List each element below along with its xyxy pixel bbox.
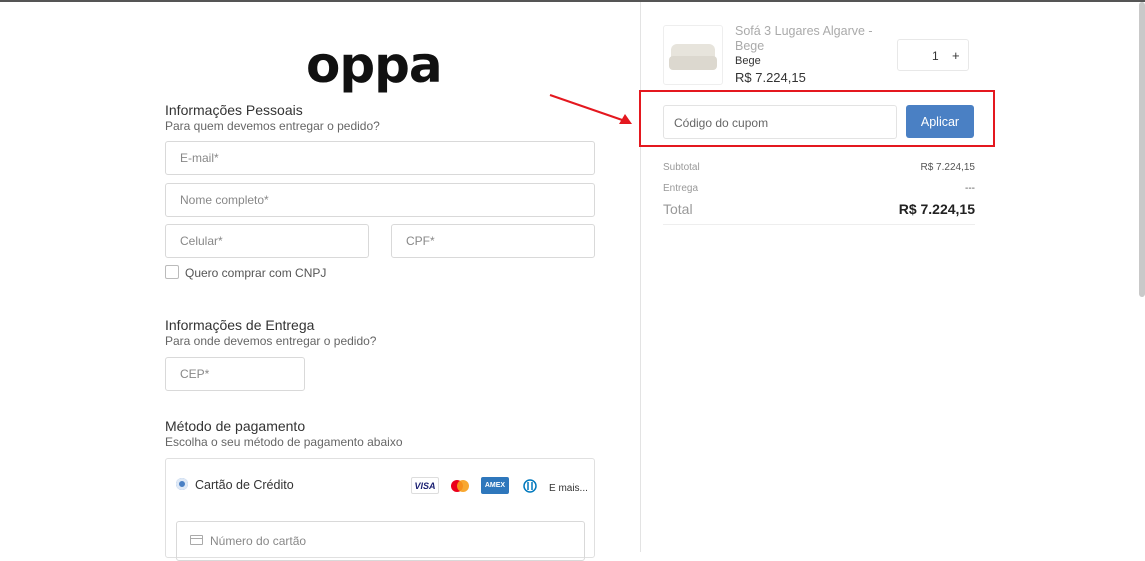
page-scrollbar[interactable]: [1139, 2, 1145, 297]
personal-info-title: Informações Pessoais: [165, 102, 303, 118]
credit-card-icon: [190, 535, 203, 545]
mastercard-icon: [446, 477, 474, 494]
total-value: R$ 7.224,15: [898, 201, 975, 217]
card-number-field[interactable]: Número do cartão: [176, 521, 585, 561]
shipping-label: Entrega: [663, 183, 699, 194]
subtotal-value: R$ 7.224,15: [920, 162, 976, 173]
credit-card-radio[interactable]: [176, 478, 188, 490]
visa-icon: VISA: [411, 477, 439, 494]
coupon-code-field[interactable]: Código do cupom: [663, 105, 897, 139]
total-label: Total: [663, 201, 693, 217]
cep-field[interactable]: CEP*: [165, 357, 305, 391]
subtotal-label: Subtotal: [663, 162, 700, 173]
amex-icon: AMEX: [481, 477, 509, 494]
delivery-info-title: Informações de Entrega: [165, 317, 315, 333]
cpf-placeholder: CPF*: [406, 234, 435, 248]
phone-placeholder: Celular*: [180, 234, 223, 248]
brand-logo[interactable]: oppa: [306, 40, 443, 90]
product-price: R$ 7.224,15: [735, 70, 806, 85]
summary-divider: [663, 224, 975, 225]
payment-method-title: Método de pagamento: [165, 418, 306, 434]
diners-icon: [516, 477, 544, 494]
product-name: Sofá 3 Lugares Algarve - Bege: [735, 24, 873, 53]
full-name-field[interactable]: Nome completo*: [165, 183, 595, 217]
cnpj-checkbox[interactable]: [165, 265, 179, 279]
cnpj-checkbox-label[interactable]: Quero comprar com CNPJ: [185, 266, 326, 280]
personal-info-subtitle: Para quem devemos entregar o pedido?: [165, 119, 380, 133]
coupon-placeholder: Código do cupom: [674, 116, 769, 130]
product-variant: Bege: [735, 55, 761, 67]
plus-icon[interactable]: +: [952, 48, 960, 63]
more-card-brands: E mais...: [549, 483, 588, 494]
card-number-placeholder: Número do cartão: [210, 534, 307, 548]
cpf-field[interactable]: CPF*: [391, 224, 595, 258]
cep-placeholder: CEP*: [180, 367, 210, 381]
phone-field[interactable]: Celular*: [165, 224, 369, 258]
annotation-arrow-icon: [549, 94, 632, 124]
email-field[interactable]: E-mail*: [165, 141, 595, 175]
apply-coupon-button[interactable]: Aplicar: [906, 105, 974, 138]
shipping-value: ---: [965, 183, 975, 194]
quantity-value: 1: [932, 49, 939, 63]
email-placeholder: E-mail*: [180, 151, 219, 165]
full-name-placeholder: Nome completo*: [180, 193, 269, 207]
credit-card-label[interactable]: Cartão de Crédito: [195, 478, 294, 492]
panel-divider: [640, 2, 641, 552]
product-thumbnail: [663, 25, 723, 85]
delivery-info-subtitle: Para onde devemos entregar o pedido?: [165, 334, 377, 348]
quantity-stepper[interactable]: 1 +: [897, 39, 969, 71]
payment-method-subtitle: Escolha o seu método de pagamento abaixo: [165, 435, 403, 449]
